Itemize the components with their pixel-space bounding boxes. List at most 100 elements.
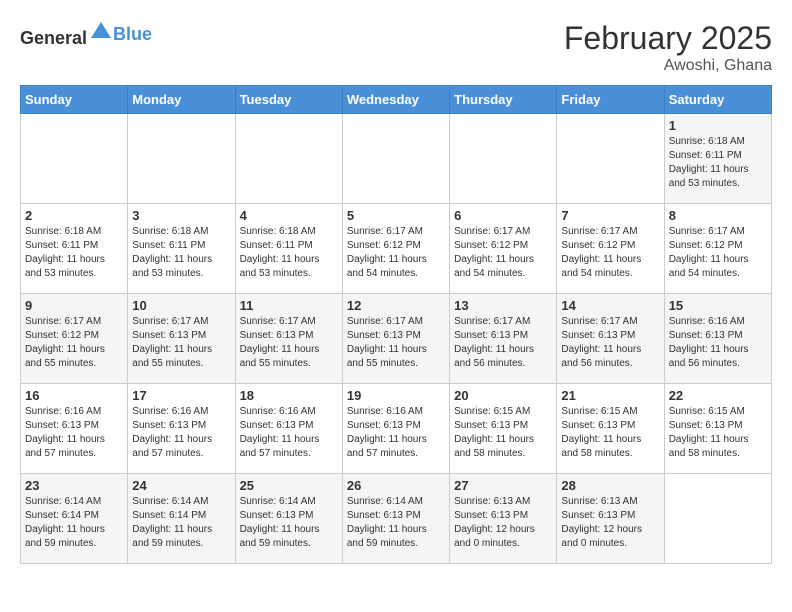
day-number: 27: [454, 478, 552, 493]
day-info: Sunrise: 6:14 AM Sunset: 6:14 PM Dayligh…: [132, 495, 230, 551]
day-info: Sunrise: 6:15 AM Sunset: 6:13 PM Dayligh…: [454, 405, 552, 461]
calendar-cell: 20Sunrise: 6:15 AM Sunset: 6:13 PM Dayli…: [450, 384, 557, 474]
day-info: Sunrise: 6:18 AM Sunset: 6:11 PM Dayligh…: [240, 225, 338, 281]
day-number: 12: [347, 298, 445, 313]
day-number: 21: [561, 388, 659, 403]
day-number: 15: [669, 298, 767, 313]
weekday-header: Thursday: [450, 86, 557, 114]
day-info: Sunrise: 6:13 AM Sunset: 6:13 PM Dayligh…: [454, 495, 552, 551]
day-info: Sunrise: 6:17 AM Sunset: 6:13 PM Dayligh…: [454, 315, 552, 371]
calendar-cell: [557, 114, 664, 204]
calendar-week-row: 2 Sunrise: 6:18 AM Sunset: 6:11 PM Daylig…: [21, 204, 772, 294]
calendar-cell: 26 Sunrise: 6:14 AM Sunset: 6:13 PM Dayli…: [342, 474, 449, 564]
day-number: 14: [561, 298, 659, 313]
day-info: Sunrise: 6:14 AM Sunset: 6:13 PM Dayligh…: [347, 495, 445, 551]
calendar-cell: 21 Sunrise: 6:15 AM Sunset: 6:13 PM Dayli…: [557, 384, 664, 474]
calendar-cell: 4 Sunrise: 6:18 AM Sunset: 6:11 PM Daylig…: [235, 204, 342, 294]
day-number: 16: [25, 388, 123, 403]
day-number: 19: [347, 388, 445, 403]
calendar-table: SundayMondayTuesdayWednesdayThursdayFrid…: [20, 85, 772, 564]
calendar-week-row: 23Sunrise: 6:14 AM Sunset: 6:14 PM Dayli…: [21, 474, 772, 564]
day-info: Sunrise: 6:17 AM Sunset: 6:13 PM Dayligh…: [132, 315, 230, 371]
calendar-cell: 6 Sunrise: 6:17 AM Sunset: 6:12 PM Daylig…: [450, 204, 557, 294]
calendar-cell: 14 Sunrise: 6:17 AM Sunset: 6:13 PM Dayli…: [557, 294, 664, 384]
day-info: Sunrise: 6:17 AM Sunset: 6:13 PM Dayligh…: [561, 315, 659, 371]
calendar-cell: 12 Sunrise: 6:17 AM Sunset: 6:13 PM Dayli…: [342, 294, 449, 384]
day-info: Sunrise: 6:16 AM Sunset: 6:13 PM Dayligh…: [669, 315, 767, 371]
day-info: Sunrise: 6:14 AM Sunset: 6:14 PM Dayligh…: [25, 495, 123, 551]
page-header: General Blue February 2025 Awoshi, Ghana: [20, 20, 772, 75]
weekday-header: Tuesday: [235, 86, 342, 114]
day-info: Sunrise: 6:17 AM Sunset: 6:12 PM Dayligh…: [669, 225, 767, 281]
day-number: 10: [132, 298, 230, 313]
day-info: Sunrise: 6:13 AM Sunset: 6:13 PM Dayligh…: [561, 495, 659, 551]
calendar-cell: [21, 114, 128, 204]
logo: General Blue: [20, 20, 152, 49]
day-number: 13: [454, 298, 552, 313]
calendar-week-row: 16 Sunrise: 6:16 AM Sunset: 6:13 PM Dayli…: [21, 384, 772, 474]
calendar-cell: 25 Sunrise: 6:14 AM Sunset: 6:13 PM Dayli…: [235, 474, 342, 564]
weekday-header: Saturday: [664, 86, 771, 114]
calendar-cell: 7 Sunrise: 6:17 AM Sunset: 6:12 PM Daylig…: [557, 204, 664, 294]
day-number: 28: [561, 478, 659, 493]
calendar-cell: [128, 114, 235, 204]
day-number: 22: [669, 388, 767, 403]
day-number: 9: [25, 298, 123, 313]
day-number: 18: [240, 388, 338, 403]
calendar-week-row: 9 Sunrise: 6:17 AM Sunset: 6:12 PM Daylig…: [21, 294, 772, 384]
weekday-header: Monday: [128, 86, 235, 114]
title-block: February 2025 Awoshi, Ghana: [564, 20, 772, 75]
calendar-cell: 16 Sunrise: 6:16 AM Sunset: 6:13 PM Dayli…: [21, 384, 128, 474]
day-info: Sunrise: 6:15 AM Sunset: 6:13 PM Dayligh…: [669, 405, 767, 461]
weekday-header: Wednesday: [342, 86, 449, 114]
day-number: 5: [347, 208, 445, 223]
day-number: 25: [240, 478, 338, 493]
location-title: Awoshi, Ghana: [564, 57, 772, 75]
day-number: 17: [132, 388, 230, 403]
day-info: Sunrise: 6:17 AM Sunset: 6:12 PM Dayligh…: [347, 225, 445, 281]
calendar-cell: 1Sunrise: 6:18 AM Sunset: 6:11 PM Daylig…: [664, 114, 771, 204]
day-number: 8: [669, 208, 767, 223]
calendar-cell: [235, 114, 342, 204]
day-info: Sunrise: 6:18 AM Sunset: 6:11 PM Dayligh…: [669, 135, 767, 191]
calendar-cell: [450, 114, 557, 204]
day-info: Sunrise: 6:17 AM Sunset: 6:13 PM Dayligh…: [347, 315, 445, 371]
day-number: 7: [561, 208, 659, 223]
calendar-cell: 15 Sunrise: 6:16 AM Sunset: 6:13 PM Dayli…: [664, 294, 771, 384]
day-number: 4: [240, 208, 338, 223]
calendar-cell: 23Sunrise: 6:14 AM Sunset: 6:14 PM Dayli…: [21, 474, 128, 564]
month-title: February 2025: [564, 20, 772, 57]
calendar-cell: 22 Sunrise: 6:15 AM Sunset: 6:13 PM Dayli…: [664, 384, 771, 474]
weekday-header-row: SundayMondayTuesdayWednesdayThursdayFrid…: [21, 86, 772, 114]
day-info: Sunrise: 6:15 AM Sunset: 6:13 PM Dayligh…: [561, 405, 659, 461]
calendar-cell: 24Sunrise: 6:14 AM Sunset: 6:14 PM Dayli…: [128, 474, 235, 564]
day-info: Sunrise: 6:17 AM Sunset: 6:12 PM Dayligh…: [25, 315, 123, 371]
day-number: 3: [132, 208, 230, 223]
day-info: Sunrise: 6:18 AM Sunset: 6:11 PM Dayligh…: [132, 225, 230, 281]
calendar-cell: 5 Sunrise: 6:17 AM Sunset: 6:12 PM Daylig…: [342, 204, 449, 294]
calendar-week-row: 1Sunrise: 6:18 AM Sunset: 6:11 PM Daylig…: [21, 114, 772, 204]
logo-general: General: [20, 28, 87, 48]
day-number: 6: [454, 208, 552, 223]
day-number: 26: [347, 478, 445, 493]
day-number: 2: [25, 208, 123, 223]
day-info: Sunrise: 6:14 AM Sunset: 6:13 PM Dayligh…: [240, 495, 338, 551]
weekday-header: Friday: [557, 86, 664, 114]
day-info: Sunrise: 6:16 AM Sunset: 6:13 PM Dayligh…: [132, 405, 230, 461]
day-info: Sunrise: 6:17 AM Sunset: 6:12 PM Dayligh…: [561, 225, 659, 281]
day-info: Sunrise: 6:16 AM Sunset: 6:13 PM Dayligh…: [240, 405, 338, 461]
calendar-cell: 19 Sunrise: 6:16 AM Sunset: 6:13 PM Dayli…: [342, 384, 449, 474]
calendar-cell: 17 Sunrise: 6:16 AM Sunset: 6:13 PM Dayli…: [128, 384, 235, 474]
calendar-cell: [664, 474, 771, 564]
weekday-header: Sunday: [21, 86, 128, 114]
logo-icon: [89, 20, 113, 44]
calendar-cell: 9 Sunrise: 6:17 AM Sunset: 6:12 PM Daylig…: [21, 294, 128, 384]
day-info: Sunrise: 6:16 AM Sunset: 6:13 PM Dayligh…: [347, 405, 445, 461]
day-info: Sunrise: 6:16 AM Sunset: 6:13 PM Dayligh…: [25, 405, 123, 461]
day-number: 11: [240, 298, 338, 313]
calendar-cell: 2Sunrise: 6:18 AM Sunset: 6:11 PM Daylig…: [21, 204, 128, 294]
calendar-cell: 8 Sunrise: 6:17 AM Sunset: 6:12 PM Daylig…: [664, 204, 771, 294]
calendar-cell: 3 Sunrise: 6:18 AM Sunset: 6:11 PM Daylig…: [128, 204, 235, 294]
calendar-cell: 18 Sunrise: 6:16 AM Sunset: 6:13 PM Dayli…: [235, 384, 342, 474]
day-info: Sunrise: 6:17 AM Sunset: 6:12 PM Dayligh…: [454, 225, 552, 281]
